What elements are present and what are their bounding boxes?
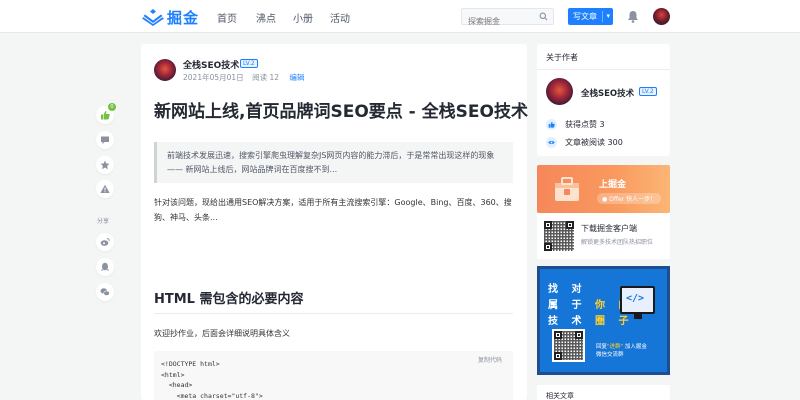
nav-events[interactable]: 活动 [330, 10, 350, 25]
ad-bottom-1a: 回复 [596, 344, 608, 350]
like-count-badge: 0 [108, 103, 116, 111]
ad-line-2a: 属 于 [548, 300, 587, 311]
author-name[interactable]: 全栈SEO技术 [183, 58, 239, 71]
article-reads: 阅读 12 [252, 73, 280, 82]
comment-button[interactable] [96, 131, 114, 149]
thumbs-up-icon [546, 119, 557, 130]
wechat-icon [100, 288, 110, 296]
write-article-button[interactable]: 写文章 ▾ [568, 8, 613, 25]
share-label: 分享 [97, 218, 110, 225]
code-block: <!DOCTYPE html> <html> <head> <meta char… [154, 351, 513, 400]
ad-line-1: 找 对 [548, 284, 587, 295]
ad-background: 找 对 属 于 你 的 技 术 圈 子 </> 回复"进群" 加入掘金 微信交流… [540, 269, 667, 372]
copy-code-button[interactable]: 复制代码 [478, 355, 502, 364]
search-icon[interactable] [539, 12, 548, 21]
promo-banner[interactable]: 上掘金 ● Offer 快人一步！ [537, 165, 670, 213]
section-heading: HTML 需包含的必要内容 [154, 292, 304, 307]
ad-bottom-text: 回复"进群" 加入掘金 微信交流群 [596, 343, 647, 359]
app-download-title: 下载掘金客户端 [581, 224, 637, 233]
comment-icon [101, 136, 109, 144]
chevron-down-icon[interactable]: ▾ [606, 12, 610, 20]
app-download-subtitle: 解锁更多技术团队热招职位 [581, 239, 654, 246]
author-name-large[interactable]: 全栈SEO技术 [581, 87, 634, 99]
promo-pill: ● Offer 快人一步！ [597, 193, 662, 204]
logo-text: 掘金 [167, 8, 200, 27]
top-header: 掘金 首页 沸点 小册 活动 写文章 ▾ [0, 0, 800, 33]
report-button[interactable] [96, 180, 114, 198]
eye-icon [546, 137, 557, 148]
about-author-title: 关于作者 [546, 53, 578, 62]
notification-bell-icon[interactable] [627, 10, 639, 23]
qq-icon [101, 262, 109, 271]
article-title: 新网站上线,首页品牌词SEO要点 - 全栈SEO技术 [154, 102, 528, 122]
related-articles-title: 相关文章 [546, 392, 574, 400]
search-input[interactable] [462, 14, 534, 29]
share-weibo-button[interactable] [96, 233, 114, 251]
juejin-logo[interactable]: 掘金 [142, 7, 199, 27]
author-avatar-large[interactable] [546, 78, 573, 105]
nav-books[interactable]: 小册 [293, 10, 313, 25]
ad-line-3: 技 术 圈 子 [548, 312, 633, 327]
author-level-badge: LV.2 [240, 59, 258, 68]
article-summary-quote: 前端技术发展迅速，搜索引擎爬虫理解复杂JS网页内容的能力滞后，于是常常出现这样的… [154, 142, 513, 183]
likes-text: 获得点赞 3 [565, 120, 605, 129]
likes-stat: 获得点赞 3 [546, 119, 605, 130]
nav-home[interactable]: 首页 [217, 10, 237, 25]
ad-bottom-1c: 加入掘金 [624, 344, 647, 350]
about-author-panel: 关于作者 全栈SEO技术 LV.2 获得点赞 3 文章被阅读 300 [537, 44, 670, 156]
author-level-badge: LV.2 [639, 87, 657, 96]
ad-bottom-2: 微信交流群 [596, 352, 624, 358]
warning-icon [100, 184, 110, 193]
article-date: 2021年05月01日 [183, 73, 244, 82]
ad-qr-code [552, 329, 585, 362]
weibo-icon [100, 238, 110, 246]
nav-pins[interactable]: 沸点 [256, 10, 276, 25]
monitor-code-icon: </> [620, 286, 655, 319]
ad-bottom-1b: "进群" [607, 344, 624, 350]
star-icon [100, 160, 110, 170]
briefcase-illustration-icon [555, 177, 579, 201]
search-box[interactable] [461, 8, 554, 29]
button-divider [602, 11, 603, 22]
thumbs-up-icon [101, 111, 110, 120]
ad-line-3b: 圈 子 [594, 316, 634, 327]
write-article-label: 写文章 [573, 12, 597, 21]
panel-divider [537, 69, 670, 70]
article-meta: 2021年05月01日 阅读 12 编辑 [183, 72, 304, 83]
heading-divider [154, 313, 513, 314]
author-avatar[interactable] [154, 59, 176, 81]
share-wechat-button[interactable] [96, 283, 114, 301]
edit-link[interactable]: 编辑 [289, 73, 304, 82]
article-paragraph: 针对该问题，现给出通用SEO解决方案，适用于所有主流搜索引擎：Google、Bi… [154, 198, 512, 222]
juejin-logo-icon [142, 9, 164, 26]
related-articles-panel: 相关文章 [537, 385, 670, 400]
article-paragraph-2: 欢迎抄作业，后面会详细说明具体含义 [154, 329, 290, 338]
like-button[interactable]: 0 [96, 103, 116, 124]
ad-line-3a: 技 术 [548, 316, 587, 327]
reads-stat: 文章被阅读 300 [546, 137, 623, 148]
article-card: 全栈SEO技术 LV.2 2021年05月01日 阅读 12 编辑 新网站上线,… [141, 44, 528, 400]
app-qr-code [544, 221, 574, 251]
reads-text: 文章被阅读 300 [565, 138, 623, 147]
share-qq-button[interactable] [96, 258, 114, 276]
app-download-panel[interactable]: 下载掘金客户端 解锁更多技术团队热招职位 [537, 213, 670, 259]
community-ad-banner[interactable]: 找 对 属 于 你 的 技 术 圈 子 </> 回复"进群" 加入掘金 微信交流… [537, 266, 670, 375]
promo-title: 上掘金 [599, 180, 627, 190]
user-avatar[interactable] [653, 8, 670, 25]
collect-button[interactable] [96, 156, 114, 174]
